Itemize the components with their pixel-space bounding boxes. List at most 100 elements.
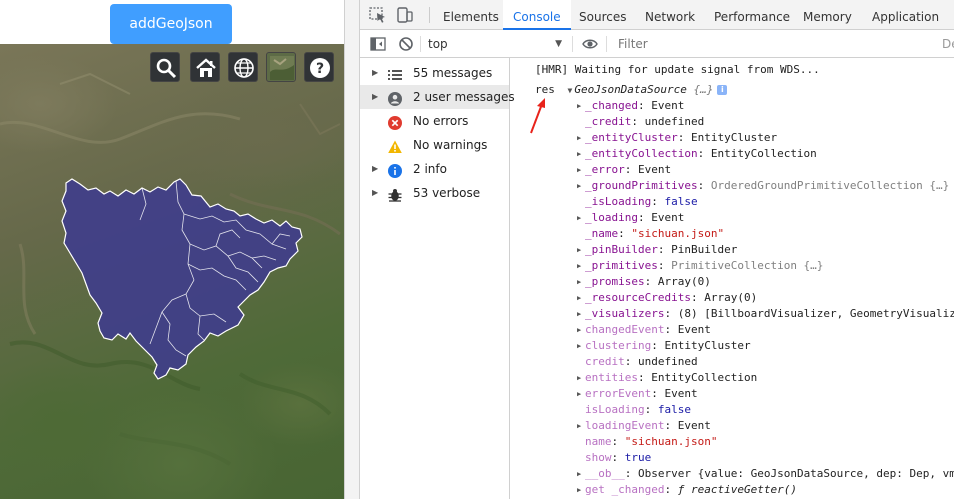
sidebar-item-no-warnings[interactable]: No warnings	[360, 133, 509, 157]
expand-triangle-icon[interactable]: ▶	[577, 178, 581, 194]
property-value: "sichuan.json"	[631, 227, 725, 240]
sidebar-item-2-info[interactable]: ▶ 2 info	[360, 157, 509, 181]
tab-performance[interactable]: Performance	[714, 0, 790, 29]
tab-application[interactable]: Application	[872, 0, 939, 29]
tab-memory[interactable]: Memory	[803, 0, 852, 29]
add-geojson-button[interactable]: addGeoJson	[110, 4, 232, 44]
property-colon: :	[664, 419, 678, 432]
info-badge-icon[interactable]: i	[717, 85, 728, 95]
object-preview: {…}	[693, 83, 714, 96]
object-property-row[interactable]: ▶ changedEvent: Event	[577, 322, 711, 338]
help-icon[interactable]: ?	[304, 52, 334, 82]
expand-triangle-icon[interactable]: ▶	[577, 210, 581, 226]
console-filter-input[interactable]	[612, 35, 954, 53]
object-property-row[interactable]: ▶ _primitives: PrimitiveCollection {…}	[577, 258, 823, 274]
cesium-map-viewer[interactable]: ?	[0, 44, 344, 499]
execution-context-select[interactable]: top ▼	[428, 34, 564, 54]
property-value: (8) [BillboardVisualizer, GeometryVisual…	[677, 307, 954, 320]
log-levels-dropdown[interactable]: De	[942, 37, 954, 51]
tab-network[interactable]: Network	[645, 0, 695, 29]
property-value: ƒ reactiveGetter()	[677, 483, 797, 496]
property-key: _entityCollection	[585, 147, 698, 160]
globe-icon[interactable]	[228, 52, 258, 82]
object-property-row[interactable]: ▶ _entityCollection: EntityCollection	[577, 146, 817, 162]
tab-elements[interactable]: Elements	[443, 0, 499, 29]
object-property-row[interactable]: ▶ _visualizers: (8) [BillboardVisualizer,…	[577, 306, 954, 322]
property-key: __ob__	[585, 467, 625, 480]
live-expression-eye-icon[interactable]	[582, 36, 598, 52]
expand-triangle-icon[interactable]: ▶	[577, 418, 581, 434]
property-key: changedEvent	[585, 323, 665, 336]
expand-triangle-icon[interactable]: ▶	[372, 61, 378, 85]
search-icon[interactable]	[150, 52, 180, 82]
device-toolbar-icon[interactable]	[396, 6, 414, 24]
sidebar-item-label: No warnings	[413, 138, 488, 152]
clear-console-icon[interactable]	[398, 36, 414, 52]
expand-triangle-icon[interactable]: ▶	[372, 181, 378, 205]
property-colon: :	[618, 227, 632, 240]
property-value: Event	[638, 163, 672, 176]
expand-triangle-icon[interactable]: ▶	[577, 162, 581, 178]
property-colon: :	[657, 259, 672, 272]
object-property-row[interactable]: ▶ _entityCluster: EntityCluster	[577, 130, 777, 146]
expand-triangle-icon[interactable]: ▶	[577, 370, 581, 386]
tabbar-separator	[429, 7, 430, 23]
expand-triangle-icon[interactable]: ▶	[372, 157, 378, 181]
object-property-row[interactable]: ▶ _promises: Array(0)	[577, 274, 711, 290]
expand-triangle-icon[interactable]: ▶	[372, 85, 378, 109]
object-property-row[interactable]: ▶ _pinBuilder: PinBuilder	[577, 242, 737, 258]
expand-triangle-icon[interactable]: ▶	[577, 386, 581, 402]
property-key: entities	[585, 371, 638, 384]
console-toolbar: top ▼ De	[360, 30, 954, 58]
sidebar-item-53-verbose[interactable]: ▶ 53 verbose	[360, 181, 509, 205]
object-property-row[interactable]: ▶ _resourceCredits: Array(0)	[577, 290, 758, 306]
property-key: get _changed	[585, 483, 665, 496]
tab-console[interactable]: Console	[503, 0, 571, 30]
console-log-entry[interactable]: res ▼ GeoJsonDataSource {…} i	[535, 82, 728, 98]
property-key: _primitives	[585, 259, 658, 272]
warning-icon	[388, 138, 402, 153]
expand-triangle-icon[interactable]: ▶	[577, 258, 581, 274]
sidebar-toggle-icon[interactable]	[370, 36, 386, 52]
sidebar-item-2-user-messages[interactable]: ▶ 2 user messages	[360, 85, 515, 109]
expand-triangle-icon[interactable]: ▶	[577, 98, 581, 114]
property-value: undefined	[644, 115, 705, 128]
expand-triangle-icon[interactable]: ▶	[577, 146, 581, 162]
object-property-row[interactable]: ▶ get _changed: ƒ reactiveGetter()	[577, 482, 797, 498]
console-output[interactable]: [HMR] Waiting for update signal from WDS…	[510, 58, 954, 499]
object-property-row[interactable]: ▶ errorEvent: Event	[577, 386, 698, 402]
expand-triangle-icon[interactable]: ▶	[577, 338, 581, 354]
sichuan-province-polygon[interactable]	[0, 44, 344, 499]
inspect-element-icon[interactable]	[369, 6, 387, 24]
property-colon: :	[697, 147, 711, 160]
expand-triangle-icon[interactable]: ▶	[577, 306, 581, 322]
expand-triangle-icon[interactable]: ▶	[577, 466, 581, 482]
expand-triangle-icon[interactable]: ▶	[577, 242, 581, 258]
property-value: Event	[651, 211, 685, 224]
object-property-row[interactable]: ▶ __ob__: Observer {value: GeoJsonDataSou…	[577, 466, 954, 482]
sidebar-item-no-errors[interactable]: No errors	[360, 109, 509, 133]
object-property-row[interactable]: ▶ _groundPrimitives: OrderedGroundPrimiti…	[577, 178, 949, 194]
expand-triangle-icon[interactable]: ▶	[577, 322, 581, 338]
property-value: Array(0)	[704, 291, 758, 304]
object-property-row[interactable]: ▶ _changed: Event	[577, 98, 684, 114]
object-property-row[interactable]: ▶ entities: EntityCollection	[577, 370, 757, 386]
object-property-row[interactable]: ▶ loadingEvent: Event	[577, 418, 711, 434]
expand-triangle-icon[interactable]: ▶	[577, 482, 581, 498]
sidebar-item-55-messages[interactable]: ▶ 55 messages	[360, 61, 509, 85]
expand-triangle-icon[interactable]: ▼	[568, 86, 573, 95]
object-property-row[interactable]: ▶ _loading: Event	[577, 210, 685, 226]
expand-triangle-icon[interactable]: ▶	[577, 274, 581, 290]
property-key: _promises	[585, 275, 645, 288]
property-colon: :	[651, 195, 665, 208]
list-icon	[388, 66, 402, 80]
tab-sources[interactable]: Sources	[579, 0, 626, 29]
expand-triangle-icon[interactable]: ▶	[577, 130, 581, 146]
property-value: EntityCluster	[664, 339, 751, 352]
home-icon[interactable]	[190, 52, 220, 82]
object-property-row[interactable]: ▶ _error: Event	[577, 162, 672, 178]
imagery-layer-icon[interactable]	[266, 52, 296, 82]
object-property-row[interactable]: ▶ clustering: EntityCluster	[577, 338, 751, 354]
devtools-resize-handle[interactable]	[344, 0, 360, 499]
expand-triangle-icon[interactable]: ▶	[577, 290, 581, 306]
